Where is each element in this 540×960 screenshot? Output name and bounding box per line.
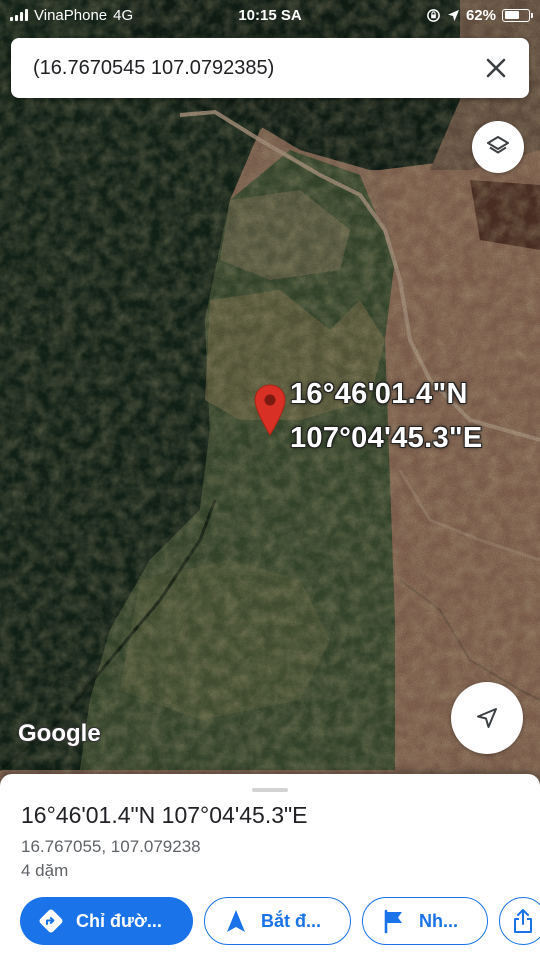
- place-distance: 4 dặm: [21, 861, 69, 880]
- share-icon: [510, 908, 536, 934]
- place-bottom-sheet[interactable]: 16°46'01.4"N 107°04'45.3"E 16.767055, 10…: [0, 774, 540, 960]
- layers-icon: [487, 136, 509, 154]
- navigation-icon: [223, 908, 249, 934]
- share-button[interactable]: [499, 897, 540, 945]
- label-button[interactable]: Nh...: [362, 897, 488, 945]
- battery-level: [504, 11, 519, 19]
- signal-strength-icon: [10, 9, 28, 21]
- carrier-name: VinaPhone: [34, 6, 108, 24]
- battery-icon: [502, 8, 533, 22]
- directions-button[interactable]: Chỉ đườ...: [20, 897, 193, 945]
- pin-label-longitude: 107°04'45.3"E: [290, 422, 483, 454]
- search-query[interactable]: (16.7670545 107.0792385): [33, 57, 481, 80]
- directions-label: Chỉ đườ...: [76, 910, 162, 931]
- place-decimal-coordinates: 16.767055, 107.079238: [21, 837, 201, 856]
- search-box[interactable]: (16.7670545 107.0792385): [11, 38, 529, 98]
- network-type: 4G: [113, 6, 134, 24]
- close-icon: [486, 58, 506, 78]
- map-pin-icon[interactable]: [253, 383, 287, 437]
- screen-lock-icon: [427, 8, 440, 22]
- place-title: 16°46'01.4"N 107°04'45.3"E: [21, 802, 308, 828]
- google-logo: Google: [18, 720, 101, 747]
- start-label: Bắt đ...: [261, 910, 322, 931]
- navigation-arrow-icon: [477, 708, 497, 728]
- location-services-icon: [447, 9, 460, 21]
- start-navigation-button[interactable]: Bắt đ...: [204, 897, 351, 945]
- directions-icon: [38, 908, 64, 934]
- status-right: 62%: [426, 6, 533, 24]
- pin-label-latitude: 16°46'01.4"N: [290, 378, 468, 410]
- battery-percent: 62%: [465, 6, 496, 24]
- flag-icon: [381, 908, 407, 934]
- close-button[interactable]: [481, 53, 511, 83]
- drag-handle[interactable]: [252, 788, 288, 792]
- my-location-button[interactable]: [451, 682, 523, 754]
- label-button-text: Nh...: [419, 910, 458, 931]
- layers-button[interactable]: [472, 121, 524, 173]
- status-left: VinaPhone 4G: [10, 7, 426, 24]
- status-bar: VinaPhone 4G 10:15 SA 62%: [0, 0, 540, 30]
- action-buttons-row: Chỉ đườ... Bắt đ... Nh...: [20, 897, 540, 945]
